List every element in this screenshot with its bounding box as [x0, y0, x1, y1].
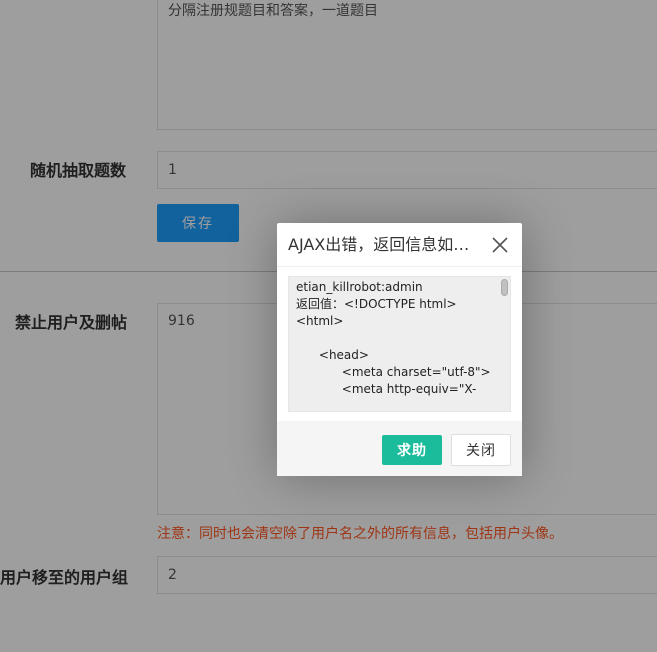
dialog-footer: 求助 关闭 [277, 421, 522, 476]
close-icon[interactable] [491, 236, 509, 254]
help-button[interactable]: 求助 [382, 435, 442, 465]
ajax-error-dialog: AJAX出错，返回信息如下： etian_killrobot:admin 返回值… [277, 223, 522, 476]
error-message-text: etian_killrobot:admin 返回值：<!DOCTYPE html… [296, 280, 491, 396]
dialog-body: etian_killrobot:admin 返回值：<!DOCTYPE html… [277, 267, 522, 421]
dialog-header: AJAX出错，返回信息如下： [277, 223, 522, 267]
dialog-title: AJAX出错，返回信息如下： [288, 235, 478, 254]
error-message-box[interactable]: etian_killrobot:admin 返回值：<!DOCTYPE html… [288, 276, 511, 412]
close-button[interactable]: 关闭 [451, 434, 511, 466]
scrollbar-thumb[interactable] [501, 279, 508, 296]
